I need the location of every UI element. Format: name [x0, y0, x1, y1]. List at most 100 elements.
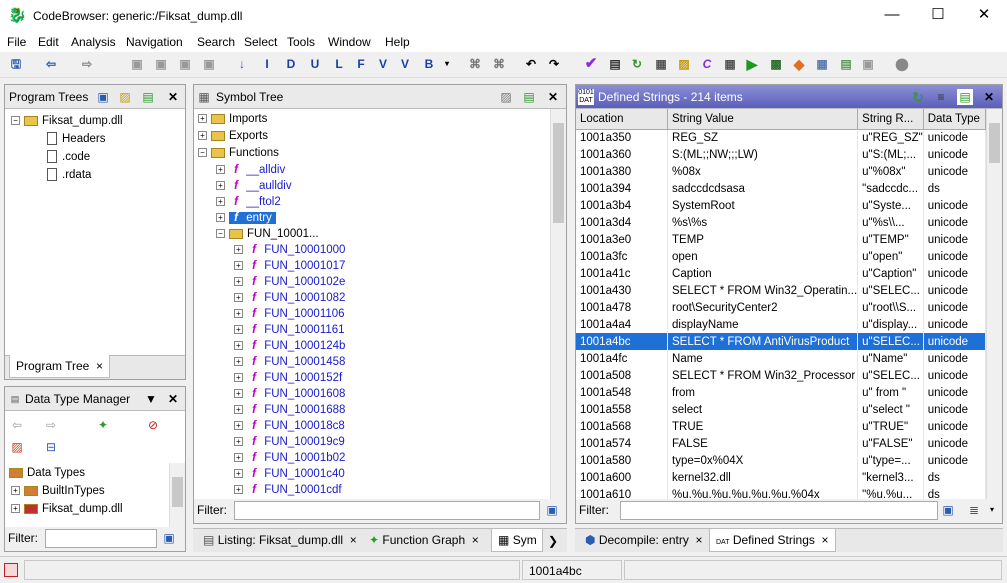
filter-options-icon[interactable]: ▣ — [940, 502, 956, 518]
function-item[interactable]: + f FUN_100019c9 — [234, 434, 345, 450]
function-item[interactable]: + f FUN_10001608 — [234, 386, 345, 402]
table-row[interactable]: 1001a548 from u" from " unicode — [576, 384, 986, 401]
table-row[interactable]: 1001a360 S:(ML;;NW;;;LW) u"S:(ML;... unicod… — [576, 146, 986, 163]
menu-search[interactable]: Search — [197, 35, 235, 49]
maximize-button[interactable]: ☐ — [915, 0, 961, 32]
table-icon[interactable]: ▦ — [813, 55, 831, 73]
tool-icon-11[interactable]: ▤ — [837, 55, 855, 73]
table-row[interactable]: 1001a600 kernel32.dll "kernel3... ds — [576, 469, 986, 486]
tree-item-fun-group[interactable]: − FUN_10001... — [216, 226, 319, 242]
menu-chevron-down-icon[interactable]: ▼ — [143, 391, 159, 407]
table-row[interactable]: 1001a3fc open u"open" unicode — [576, 248, 986, 265]
more-tabs-icon[interactable]: ❯ — [545, 533, 561, 549]
nav-bookmark-button[interactable]: B — [420, 55, 438, 73]
table-row[interactable]: 1001a508 SELECT * FROM Win32_Processor u"S… — [576, 367, 986, 384]
menu-help[interactable]: Help — [385, 35, 410, 49]
function-item[interactable]: + f FUN_10001000 — [234, 242, 345, 258]
snapshot-icon[interactable]: ▤ — [521, 89, 537, 105]
new-tree-icon[interactable]: ▣ — [95, 89, 111, 105]
scrollbar[interactable] — [550, 109, 566, 499]
close-icon[interactable]: ✕ — [165, 391, 181, 407]
function-item[interactable]: + f FUN_10001688 — [234, 402, 345, 418]
tool-icon-12[interactable]: ▣ — [859, 55, 877, 73]
menu-select[interactable]: Select — [244, 35, 277, 49]
check-icon[interactable]: ✔ — [582, 55, 600, 73]
tab-program-tree[interactable]: Program Tree × — [9, 355, 111, 378]
filter-off-icon[interactable]: ⊘ — [145, 417, 161, 433]
function-item[interactable]: + f FUN_10001082 — [234, 290, 345, 306]
open-folder-icon[interactable]: ▨ — [117, 89, 133, 105]
table-row[interactable]: 1001a580 type=0x%04X u"type=... unicode — [576, 452, 986, 469]
function-item[interactable]: + f __alldiv — [216, 162, 285, 178]
table-row[interactable]: 1001a558 select u"select " unicode — [576, 401, 986, 418]
forward-arrow-icon[interactable]: ⇨ — [78, 55, 96, 73]
table-row[interactable]: 1001a3e0 TEMP u"TEMP" unicode — [576, 231, 986, 248]
table-row[interactable]: 1001a350 REG_SZ u"REG_SZ" unicode — [576, 129, 986, 146]
refresh-green-icon[interactable]: ↻ — [628, 55, 646, 73]
forward-arrow-icon[interactable]: ⇨ — [43, 417, 59, 433]
table-row[interactable]: 1001a394 sadccdcdsasa "sadccdc... ds — [576, 180, 986, 197]
tool-icon-4[interactable]: ▨ — [675, 55, 693, 73]
close-icon[interactable]: × — [96, 359, 103, 373]
col-string-value[interactable]: String Value — [667, 109, 859, 130]
nav-instruction-button[interactable]: I — [258, 55, 276, 73]
filter-input[interactable] — [234, 501, 540, 520]
tree-item-imports[interactable]: + Imports — [198, 111, 267, 127]
nav-undefined-button[interactable]: U — [306, 55, 324, 73]
col-location[interactable]: Location — [576, 109, 669, 130]
apply-icon[interactable]: ✦ — [95, 417, 111, 433]
chevron-down-icon[interactable]: ▾ — [984, 502, 1000, 518]
function-item[interactable]: + f FUN_10001161 — [234, 322, 345, 338]
tree-item[interactable]: + BuiltInTypes — [11, 483, 105, 499]
menu-analysis[interactable]: Analysis — [71, 35, 116, 49]
list-icon[interactable]: ≡ — [933, 89, 949, 105]
col-data-type[interactable]: Data Type — [923, 109, 986, 130]
nav-value2-button[interactable]: V — [396, 55, 414, 73]
tab-symbol-tree[interactable]: ▦ Sym — [491, 529, 543, 552]
back-arrow-icon[interactable]: ⇦ — [9, 417, 25, 433]
function-item[interactable]: + f FUN_1000124b — [234, 338, 345, 354]
filter-options-icon[interactable]: ▣ — [544, 502, 560, 518]
back-arrow-icon[interactable]: ⇦ — [42, 55, 60, 73]
tree-root[interactable]: Data Types — [9, 465, 85, 481]
filter-input[interactable] — [620, 501, 938, 520]
function-item[interactable]: + f FUN_1000152f — [234, 370, 342, 386]
redo-icon[interactable]: ↷ — [545, 55, 563, 73]
table-row[interactable]: 1001a4bc SELECT * FROM AntiVirusProduct u"… — [576, 333, 986, 350]
close-icon[interactable]: ✕ — [545, 89, 561, 105]
function-item[interactable]: + f FUN_10001c40 — [234, 466, 345, 482]
function-item[interactable]: + f FUN_10001458 — [234, 354, 345, 370]
tab-function-graph[interactable]: ✦ Function Graph × — [363, 529, 485, 552]
table-row[interactable]: 1001a380 %08x u"%08x" unicode — [576, 163, 986, 180]
function-item[interactable]: + f __ftol2 — [216, 194, 281, 210]
nav-function-button[interactable]: F — [352, 55, 370, 73]
function-cf-icon[interactable]: C — [698, 55, 716, 73]
table-row[interactable]: 1001a41c Caption u"Caption" unicode — [576, 265, 986, 282]
tree-item[interactable]: .rdata — [47, 167, 91, 183]
function-item[interactable]: + f FUN_10001017 — [234, 258, 345, 274]
filter-options-icon[interactable]: ▣ — [161, 530, 177, 546]
merge2-icon[interactable]: ⌘ — [490, 55, 508, 73]
nav-label-button[interactable]: L — [330, 55, 348, 73]
settings-icon[interactable]: ≣ — [966, 502, 982, 518]
function-item[interactable]: + f FUN_10001106 — [234, 306, 345, 322]
tree-item[interactable]: .code — [47, 149, 90, 165]
table-row[interactable]: 1001a610 %u.%u.%u.%u.%u.%u.%04x "%u.%u... d… — [576, 486, 986, 499]
menu-edit[interactable]: Edit — [38, 35, 59, 49]
tab-decompile[interactable]: ⬢ Decompile: entry × — [579, 529, 709, 552]
col-string-repr[interactable]: String R... — [857, 109, 924, 130]
menu-file[interactable]: File — [7, 35, 26, 49]
table-row[interactable]: 1001a4a4 displayName u"display... unicode — [576, 316, 986, 333]
function-item[interactable]: + f FUN_1000102e — [234, 274, 345, 290]
nav-gray-icon-2[interactable]: ▣ — [152, 55, 170, 73]
archive-icon[interactable]: ▨ — [9, 439, 25, 455]
nav-value-button[interactable]: V — [374, 55, 392, 73]
nav-gray-icon-1[interactable]: ▣ — [128, 55, 146, 73]
scrollbar[interactable] — [169, 463, 185, 527]
tab-listing[interactable]: ▤ Listing: Fiksat_dump.dll × — [197, 529, 363, 552]
function-item[interactable]: + f FUN_10001b02 — [234, 450, 345, 466]
refresh-green-icon[interactable]: ↻ — [910, 89, 926, 105]
collapse-icon[interactable]: ⊟ — [43, 439, 59, 455]
chevron-down-icon[interactable]: ▾ — [438, 55, 456, 73]
create-namespace-icon[interactable]: ▨ — [498, 89, 514, 105]
